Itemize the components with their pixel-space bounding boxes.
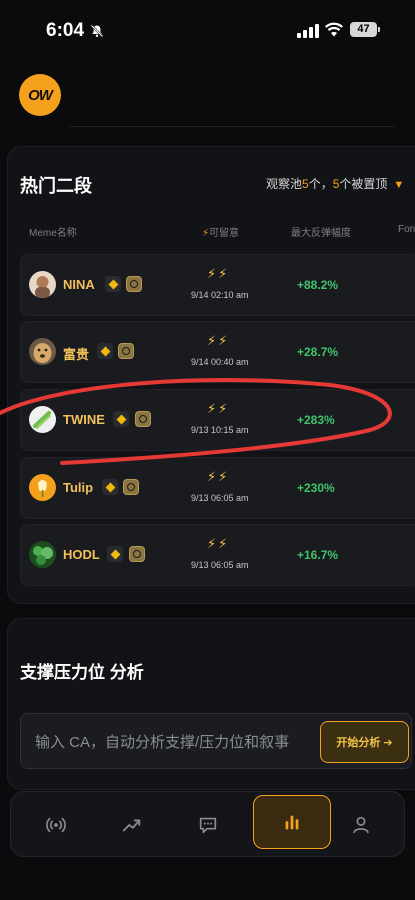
nav-trend[interactable] [109, 802, 155, 848]
bnb-chain-icon [107, 546, 123, 562]
status-time: 6:04 [46, 20, 85, 41]
rebound-value: +88.2% [297, 278, 339, 292]
token-name: Tulip [63, 480, 94, 495]
pool-count: 5 [302, 177, 309, 191]
column-header-name: Meme名称 [29, 228, 77, 239]
nav-profile[interactable] [338, 802, 384, 848]
token-name: HODL [63, 547, 100, 562]
column-header-stay-label: 可留意 [209, 228, 240, 239]
rebound-value: +16.7% [297, 548, 339, 562]
token-row[interactable]: NINA ⚡⚡ 9/14 02:10 am +88.2% [20, 254, 415, 316]
trend-icon [122, 819, 141, 832]
token-avatar [29, 338, 56, 365]
token-row[interactable]: HODL ⚡⚡ 9/13 06:05 am +16.7% [20, 524, 415, 586]
ca-input[interactable] [35, 729, 305, 755]
alert-bolts: ⚡⚡ [207, 266, 230, 281]
token-name: NINA [63, 277, 95, 292]
bar-chart-icon [285, 815, 299, 830]
token-row[interactable]: 富贵 ⚡⚡ 9/14 00:40 am +28.7% [20, 321, 415, 383]
platform-icon [129, 546, 145, 562]
column-header-rebound: 最大反弹幅度 [291, 228, 351, 239]
row-time: 9/14 00:40 am [191, 357, 249, 367]
token-avatar [29, 541, 56, 568]
column-header-extra: Fon [398, 224, 415, 235]
battery-icon: 47 [350, 22, 380, 37]
nav-broadcast[interactable] [33, 802, 79, 848]
pool-suffix: 个被置顶 [339, 177, 388, 191]
alert-bolts: ⚡⚡ [207, 333, 230, 348]
bottom-nav [10, 791, 405, 857]
nav-analysis[interactable] [253, 795, 331, 849]
rebound-value: +28.7% [297, 345, 339, 359]
watch-pool-info[interactable]: 观察池5个，5个被置顶 ▼ [266, 175, 404, 192]
bnb-chain-icon [97, 343, 113, 359]
dropdown-caret-icon[interactable]: ▼ [393, 179, 404, 191]
row-time: 9/14 02:10 am [191, 290, 249, 300]
alert-bolts: ⚡⚡ [207, 536, 230, 551]
section-title: 热门二段 [20, 176, 92, 196]
row-time: 9/13 06:05 am [191, 493, 249, 503]
app-logo[interactable]: OW [19, 74, 61, 116]
status-bar: 6:04 47 [0, 0, 415, 62]
ca-input-container: 开始分析 ➔ [20, 713, 412, 769]
platform-icon [123, 479, 139, 495]
analysis-title: 支撑压力位 分析 [20, 663, 144, 682]
nav-chat[interactable] [185, 802, 231, 848]
token-avatar [29, 474, 56, 501]
bell-slash-icon [90, 24, 104, 38]
rebound-value: +230% [297, 481, 335, 495]
app-screen: 6:04 47 OW 热门二段 观察池5个，5个被置顶 ▼ Meme名称 ⚡可留意… [0, 0, 415, 900]
header-divider [70, 126, 395, 127]
user-icon [353, 816, 369, 834]
row-time: 9/13 06:05 am [191, 560, 249, 570]
start-analysis-button[interactable]: 开始分析 ➔ [320, 721, 409, 763]
pool-prefix: 观察池 [266, 177, 303, 191]
bnb-chain-icon [102, 479, 118, 495]
signal-icon [297, 24, 319, 38]
wifi-icon [325, 22, 343, 37]
alert-bolts: ⚡⚡ [207, 469, 230, 484]
annotation-circle [0, 378, 392, 465]
bnb-chain-icon [105, 276, 121, 292]
chat-icon [199, 817, 217, 834]
broadcast-icon [46, 817, 66, 833]
pool-mid: 个， [308, 177, 333, 191]
platform-icon [118, 343, 134, 359]
token-name: 富贵 [63, 347, 90, 362]
lightning-icon: ⚡ [202, 228, 210, 239]
token-avatar [29, 271, 56, 298]
column-header-stay: ⚡可留意 [202, 224, 239, 239]
platform-icon [126, 276, 142, 292]
logo-text: OW [28, 86, 53, 104]
